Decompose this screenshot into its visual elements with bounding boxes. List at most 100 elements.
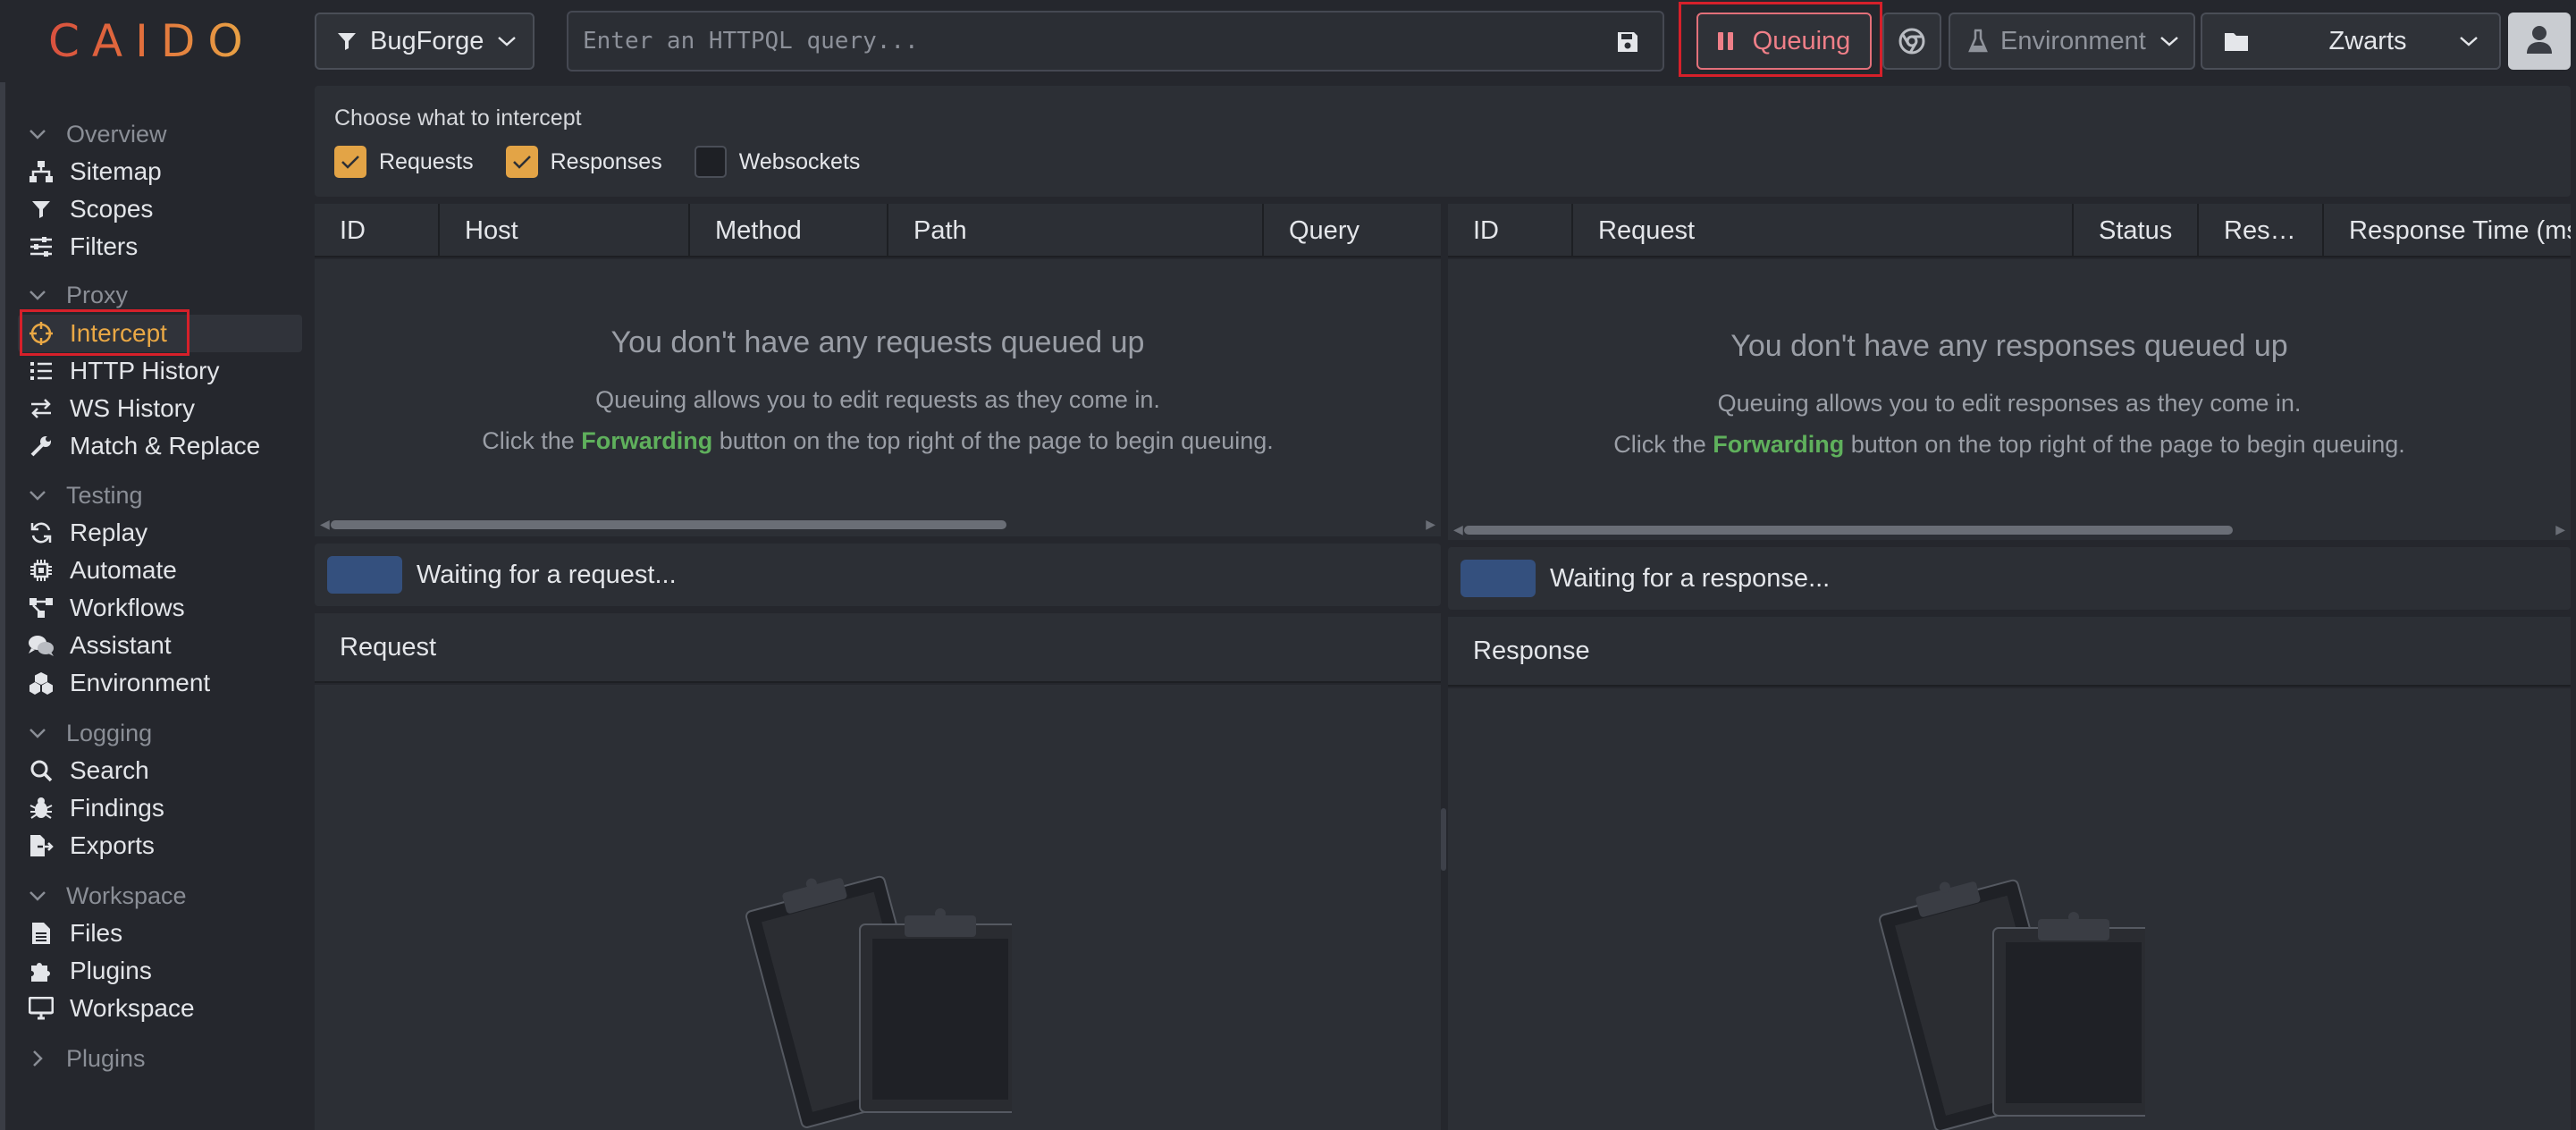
sidebar-item-replay[interactable]: Replay bbox=[27, 515, 147, 551]
list-icon bbox=[27, 361, 55, 381]
requests-checkbox[interactable] bbox=[334, 146, 366, 178]
response-editor-header: Response bbox=[1448, 617, 2571, 687]
folder-icon bbox=[2224, 30, 2249, 52]
desktop-icon bbox=[27, 997, 55, 1020]
column-header-request[interactable]: Request bbox=[1573, 204, 2074, 257]
sidebar-item-workspace[interactable]: Workspace bbox=[27, 991, 195, 1026]
sidebar-group-testing[interactable]: Testing bbox=[29, 479, 143, 511]
sidebar-item-findings[interactable]: Findings bbox=[27, 790, 164, 826]
check-icon bbox=[512, 156, 531, 169]
sidebar-item-search[interactable]: Search bbox=[27, 753, 149, 788]
queuing-label: Queuing bbox=[1752, 26, 1851, 55]
environment-selector-label: Environment bbox=[2000, 26, 2146, 55]
sidebar-group-logging[interactable]: Logging bbox=[29, 717, 152, 749]
sidebar-item-http-history[interactable]: HTTP History bbox=[27, 353, 220, 389]
sidebar-item-automate[interactable]: Automate bbox=[27, 552, 177, 588]
intercept-highlight-outline bbox=[20, 309, 189, 356]
sidebar-item-match-replace[interactable]: Match & Replace bbox=[27, 428, 260, 464]
queuing-toggle-button[interactable]: Queuing bbox=[1696, 13, 1872, 70]
browser-button[interactable] bbox=[1882, 13, 1941, 70]
sidebar-item-ws-history[interactable]: WS History bbox=[27, 391, 195, 426]
sidebar-item-label: Workspace bbox=[70, 994, 195, 1022]
responses-empty-line2: Click the Forwarding button on the top r… bbox=[1613, 431, 2405, 458]
sidebar-item-files[interactable]: Files bbox=[27, 915, 122, 951]
sidebar-group-label: Logging bbox=[66, 719, 153, 746]
responses-empty-line1: Queuing allows you to edit responses as … bbox=[1717, 390, 2302, 417]
sidebar-item-assistant[interactable]: Assistant bbox=[27, 628, 172, 663]
sidebar-item-label: Scopes bbox=[70, 195, 154, 223]
chevron-down-icon bbox=[29, 491, 46, 501]
save-query-icon[interactable] bbox=[1616, 30, 1639, 58]
scroll-left-arrow[interactable]: ◀ bbox=[320, 517, 330, 532]
column-header-path[interactable]: Path bbox=[888, 204, 1264, 257]
filter-icon bbox=[27, 198, 55, 220]
environment-selector-button[interactable]: Environment bbox=[1949, 13, 2195, 70]
sidebar-group-label: Workspace bbox=[66, 881, 187, 909]
sidebar-group-plugins[interactable]: Plugins bbox=[29, 1042, 146, 1075]
column-header-status[interactable]: Status bbox=[2074, 204, 2199, 257]
sidebar-item-environment[interactable]: Environment bbox=[27, 665, 210, 701]
search-icon bbox=[27, 759, 55, 782]
clipboards-illustration bbox=[1879, 879, 2145, 1130]
sliders-icon bbox=[27, 236, 55, 257]
caido-logo: CAIDO bbox=[48, 13, 256, 70]
column-header-response-time[interactable]: Response Time (ms bbox=[2324, 204, 2571, 257]
requests-empty-line1: Queuing allows you to edit requests as t… bbox=[595, 386, 1160, 413]
sidebar-group-proxy[interactable]: Proxy bbox=[29, 279, 128, 311]
scroll-right-arrow[interactable]: ▶ bbox=[1426, 517, 1435, 532]
websockets-checkbox[interactable] bbox=[694, 146, 727, 178]
requests-table-header: ID Host Method Path Query bbox=[315, 204, 1441, 257]
user-menu-button[interactable] bbox=[2508, 13, 2571, 70]
sidebar-group-overview[interactable]: Overview bbox=[29, 118, 167, 150]
requests-horizontal-scrollbar[interactable] bbox=[331, 520, 1006, 529]
responses-table-body: You don't have any responses queued up Q… bbox=[1448, 259, 2571, 540]
project-name: Zwarts bbox=[2328, 26, 2407, 55]
sidebar-item-label: Replay bbox=[70, 519, 148, 546]
sidebar-group-label: Plugins bbox=[66, 1044, 146, 1072]
column-header-method[interactable]: Method bbox=[690, 204, 888, 257]
column-header-host[interactable]: Host bbox=[440, 204, 690, 257]
sidebar-group-workspace[interactable]: Workspace bbox=[29, 880, 187, 912]
sidebar-item-plugins[interactable]: Plugins bbox=[27, 953, 152, 989]
chevron-down-icon bbox=[2159, 34, 2180, 48]
chevron-down-icon bbox=[29, 729, 46, 738]
comments-icon bbox=[27, 634, 55, 657]
request-editor-header: Request bbox=[315, 613, 1441, 683]
sidebar-item-label: Plugins bbox=[70, 957, 152, 984]
response-status-pill bbox=[1461, 560, 1536, 597]
workflow-icon bbox=[27, 597, 55, 619]
pane-resize-handle[interactable] bbox=[1441, 808, 1446, 871]
sidebar-item-scopes[interactable]: Scopes bbox=[27, 191, 153, 227]
httpql-query-input[interactable] bbox=[583, 23, 1584, 59]
caido-app: CAIDO BugForge Queuing bbox=[0, 0, 2576, 1130]
sidebar-item-label: Exports bbox=[70, 831, 155, 859]
scroll-right-arrow[interactable]: ▶ bbox=[2555, 522, 2565, 537]
responses-empty-title: You don't have any responses queued up bbox=[1730, 329, 2288, 363]
sidebar-item-exports[interactable]: Exports bbox=[27, 828, 155, 864]
sidebar-item-filters[interactable]: Filters bbox=[27, 229, 138, 265]
sidebar-item-sitemap[interactable]: Sitemap bbox=[27, 154, 162, 190]
sidebar-group-label: Proxy bbox=[66, 281, 129, 308]
scroll-left-arrow[interactable]: ◀ bbox=[1453, 522, 1463, 537]
sidebar-nav: Overview Sitemap Scopes Filters Proxy In… bbox=[5, 82, 309, 1130]
scope-selector-button[interactable]: BugForge bbox=[315, 13, 535, 70]
sidebar-item-label: Search bbox=[70, 756, 149, 784]
requests-checkbox-label: Requests bbox=[379, 148, 474, 174]
project-selector-button[interactable]: Zwarts bbox=[2201, 13, 2501, 70]
requests-empty-line2: Click the Forwarding button on the top r… bbox=[482, 427, 1274, 454]
responses-horizontal-scrollbar[interactable] bbox=[1464, 526, 2233, 535]
responses-checkbox[interactable] bbox=[505, 146, 538, 178]
sidebar-item-label: Files bbox=[70, 919, 123, 947]
chevron-down-icon bbox=[29, 291, 46, 300]
puzzle-icon bbox=[27, 959, 55, 982]
column-header-response-length[interactable]: Res… bbox=[2199, 204, 2324, 257]
column-header-id[interactable]: ID bbox=[315, 204, 440, 257]
sidebar-group-label: Testing bbox=[66, 481, 143, 509]
column-header-id[interactable]: ID bbox=[1448, 204, 1573, 257]
responses-pane: ID Request Status Res… Response Time (ms… bbox=[1448, 204, 2571, 1130]
response-editor-body bbox=[1448, 688, 2571, 1130]
chrome-icon bbox=[1898, 28, 1925, 55]
intercept-options-panel: Choose what to intercept Requests Respon… bbox=[315, 86, 2571, 197]
column-header-query[interactable]: Query bbox=[1264, 204, 1441, 257]
sidebar-item-workflows[interactable]: Workflows bbox=[27, 590, 185, 626]
